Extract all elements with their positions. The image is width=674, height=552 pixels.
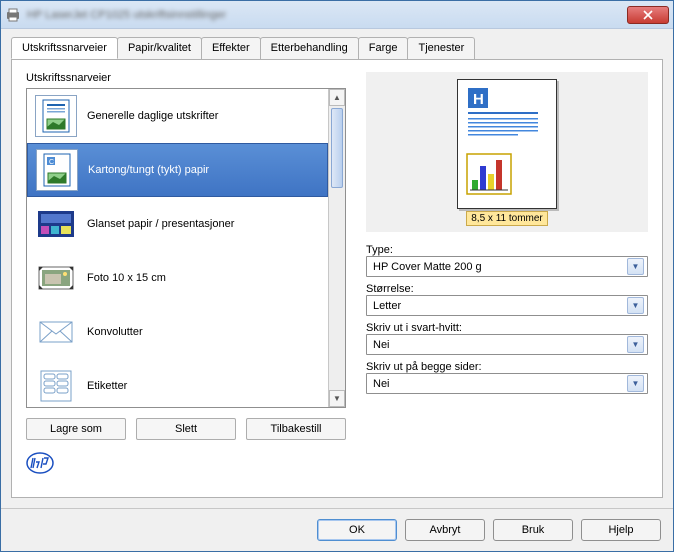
content-area: Utskriftssnarveier Papir/kvalitet Effekt… [1,29,673,508]
scroll-down-arrow[interactable]: ▼ [329,390,345,407]
select-value: Letter [373,300,401,312]
list-item-label: Foto 10 x 15 cm [87,272,166,284]
shortcut-item-cardstock[interactable]: C Kartong/tungt (tykt) papir [27,143,328,197]
save-as-button[interactable]: Lagre som [26,418,126,440]
cancel-button[interactable]: Avbryt [405,519,485,541]
chevron-down-icon: ▼ [627,297,644,314]
list-item-label: Kartong/tungt (tykt) papir [88,164,209,176]
svg-text:C: C [49,159,54,166]
chevron-down-icon: ▼ [627,258,644,275]
bw-select[interactable]: Nei ▼ [366,334,648,355]
tab-label: Farge [369,42,398,54]
size-select[interactable]: Letter ▼ [366,295,648,316]
titlebar: HP LaserJet CP1025 utskriftsinnstillinge… [1,1,673,29]
button-label: Tilbakestill [271,423,322,435]
tab-panel: Utskriftssnarveier Generelle daglige uts… [11,59,663,498]
tab-label: Effekter [212,42,250,54]
doc-cardstock-icon: C [36,149,78,191]
shortcuts-listbox[interactable]: Generelle daglige utskrifter C Kartong/t… [26,88,346,408]
tab-effects[interactable]: Effekter [201,37,261,59]
dialog-window: HP LaserJet CP1025 utskriftsinnstillinge… [0,0,674,552]
envelope-icon [35,311,77,353]
button-label: OK [349,524,365,536]
dialog-footer: OK Avbryt Bruk Hjelp [1,508,673,551]
tab-label: Utskriftssnarveier [22,42,107,54]
window-title: HP LaserJet CP1025 utskriftsinnstillinge… [27,9,226,21]
button-label: Lagre som [50,423,102,435]
select-value: HP Cover Matte 200 g [373,261,482,273]
scroll-thumb[interactable] [331,108,343,188]
tab-paper-quality[interactable]: Papir/kvalitet [117,37,202,59]
close-button[interactable] [627,6,669,24]
list-item-label: Etiketter [87,380,127,392]
shortcut-item-labels[interactable]: Etiketter [27,359,328,407]
tab-finishing[interactable]: Etterbehandling [260,37,359,59]
apply-button[interactable]: Bruk [493,519,573,541]
tab-color[interactable]: Farge [358,37,409,59]
chevron-down-icon: ▼ [627,375,644,392]
labels-icon [35,365,77,407]
button-label: Avbryt [430,524,461,536]
list-item-label: Generelle daglige utskrifter [87,110,218,122]
select-value: Nei [373,378,390,390]
button-label: Slett [175,423,197,435]
shortcut-item-general[interactable]: Generelle daglige utskrifter [27,89,328,143]
reset-button[interactable]: Tilbakestill [246,418,346,440]
doc-glossy-icon [35,203,77,245]
button-label: Hjelp [608,524,633,536]
tab-strip: Utskriftssnarveier Papir/kvalitet Effekt… [11,37,663,60]
ok-button[interactable]: OK [317,519,397,541]
chevron-down-icon: ▼ [627,336,644,353]
duplex-label: Skriv ut på begge sider: [366,361,648,373]
select-value: Nei [373,339,390,351]
shortcuts-heading: Utskriftssnarveier [26,72,346,84]
page-preview: H [366,72,648,232]
scrollbar[interactable]: ▲ ▼ [328,89,345,407]
doc-general-icon [35,95,77,137]
delete-button[interactable]: Slett [136,418,236,440]
tab-shortcuts[interactable]: Utskriftssnarveier [11,37,118,59]
size-label: Størrelse: [366,283,648,295]
doc-photo-icon [35,257,77,299]
paper-preview-icon: H [457,79,557,209]
shortcut-item-glossy[interactable]: Glanset papir / presentasjoner [27,197,328,251]
paper-size-label: 8,5 x 11 tommer [466,211,548,226]
tab-label: Papir/kvalitet [128,42,191,54]
help-button[interactable]: Hjelp [581,519,661,541]
list-item-label: Glanset papir / presentasjoner [87,218,234,230]
duplex-select[interactable]: Nei ▼ [366,373,648,394]
button-label: Bruk [522,524,545,536]
hp-logo-icon [26,452,54,474]
list-item-label: Konvolutter [87,326,143,338]
scroll-up-arrow[interactable]: ▲ [329,89,345,106]
tab-label: Etterbehandling [271,42,348,54]
printer-icon [5,7,21,23]
tab-label: Tjenester [418,42,464,54]
type-select[interactable]: HP Cover Matte 200 g ▼ [366,256,648,277]
shortcut-item-envelopes[interactable]: Konvolutter [27,305,328,359]
svg-text:H: H [473,91,484,108]
shortcut-item-photo[interactable]: Foto 10 x 15 cm [27,251,328,305]
tab-services[interactable]: Tjenester [407,37,475,59]
type-label: Type: [366,244,648,256]
bw-label: Skriv ut i svart-hvitt: [366,322,648,334]
